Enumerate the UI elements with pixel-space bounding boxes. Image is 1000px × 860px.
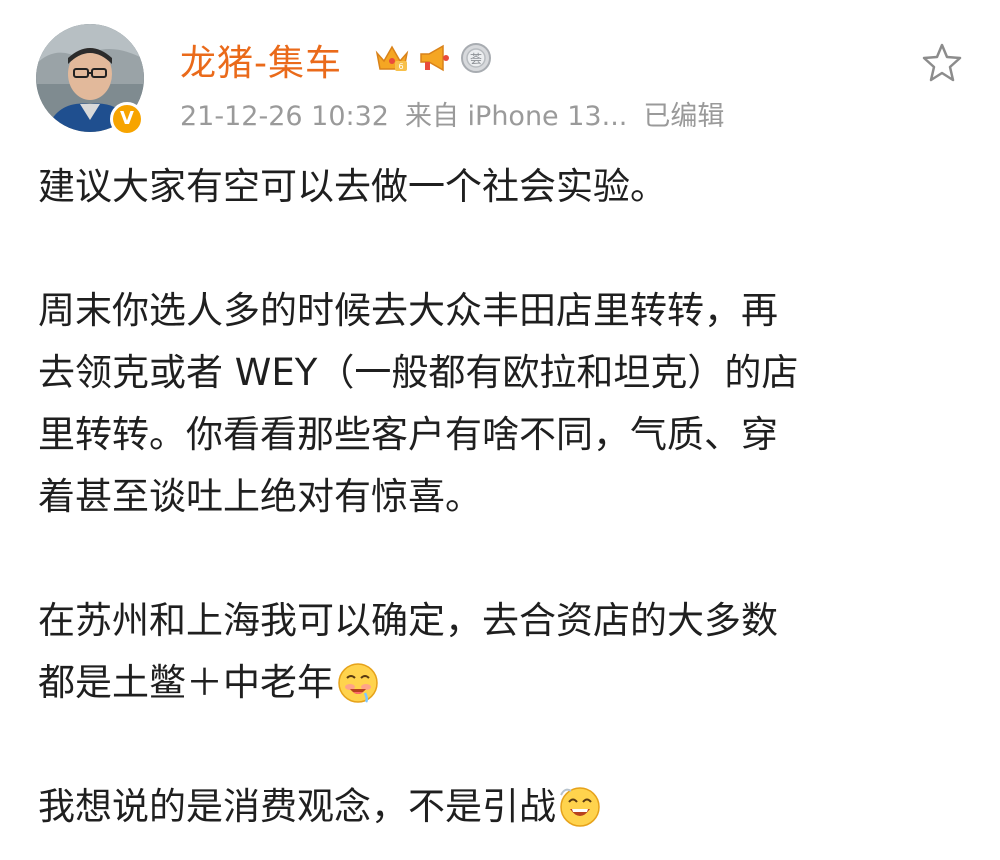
author-name[interactable]: 龙猪-集车 [180,34,342,86]
post-meta: 21-12-26 10:32 来自 iPhone 13... 已编辑 [180,94,740,133]
grinning-emoji-icon [560,787,600,827]
svg-text:荟: 荟 [470,52,482,66]
paragraph-2-line-2: 去领克或者 WEY（一般都有欧拉和坦克）的店 [38,351,799,394]
medal-icon[interactable]: 荟 [458,40,494,76]
paragraph-4: 我想说的是消费观念，不是引战 [38,776,958,838]
paragraph-4-text: 我想说的是消费观念，不是引战 [38,785,556,828]
paragraph-3-line-2-text: 都是土鳖＋中老年 [38,661,334,704]
megaphone-icon[interactable] [416,40,452,76]
paragraph-2-line-4: 着甚至谈吐上绝对有惊喜。 [38,475,482,518]
post-timestamp: 21-12-26 10:32 [180,101,389,132]
user-badges: 6 荟 [374,40,494,76]
paragraph-3-line-2: 都是土鳖＋中老年 [38,652,958,714]
paragraph-1: 建议大家有空可以去做一个社会实验。 [38,165,667,208]
paragraph-3-line-1: 在苏州和上海我可以确定，去合资店的大多数 [38,599,778,642]
favorite-star-icon[interactable] [920,40,964,84]
svg-text:6: 6 [398,62,403,71]
paragraph-2-line-1: 周末你选人多的时候去大众丰田店里转转，再 [38,289,778,332]
post-source[interactable]: 来自 iPhone 13... [405,101,627,132]
crown-vip-icon[interactable]: 6 [374,40,410,76]
paragraph-2-line-3: 里转转。你看看那些客户有啥不同，气质、穿 [38,413,778,456]
verified-badge-icon: V [110,102,144,136]
drooling-emoji-icon [338,663,378,703]
post-content: 建议大家有空可以去做一个社会实验。 周末你选人多的时候去大众丰田店里转转，再 去… [38,156,958,838]
edited-label[interactable]: 已编辑 [643,101,724,132]
